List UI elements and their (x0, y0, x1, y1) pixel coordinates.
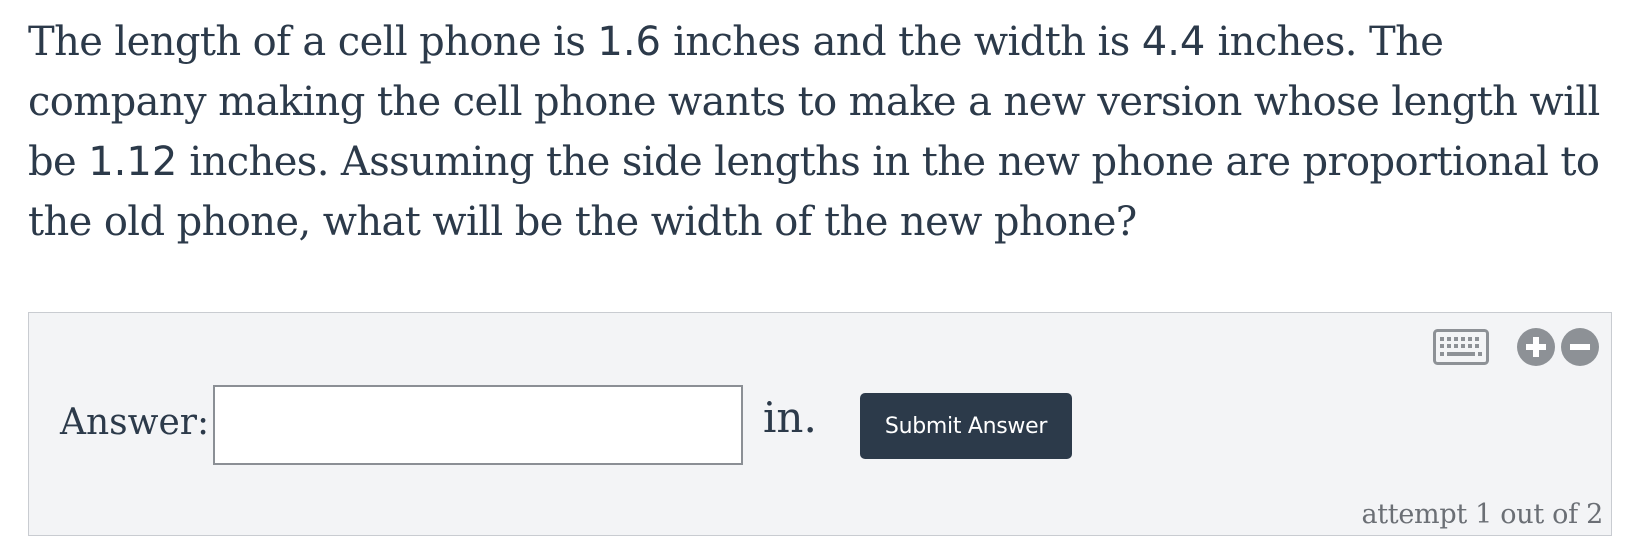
question-part-2: inches and the width is (661, 19, 1142, 65)
unit-label: in. (763, 393, 817, 442)
question-part-4: inches. Assuming the side lengths in the… (28, 139, 1600, 245)
old-length-value: 1.6 (597, 19, 662, 65)
answer-input[interactable] (213, 385, 743, 465)
answer-label: Answer: (60, 402, 210, 443)
zoom-out-icon[interactable] (1560, 327, 1600, 367)
question-part-1: The length of a cell phone is (28, 19, 598, 65)
old-width-value: 4.4 (1141, 19, 1206, 65)
attempt-counter: attempt 1 out of 2 (1361, 499, 1603, 530)
question-text: The length of a cell phone is 1.6 inches… (28, 12, 1628, 252)
zoom-in-icon[interactable] (1516, 327, 1556, 367)
answer-panel: Answer: in. Submit Answer attempt 1 out … (28, 312, 1612, 536)
submit-answer-button[interactable]: Submit Answer (860, 393, 1072, 459)
new-length-value: 1.12 (88, 139, 178, 185)
keyboard-icon[interactable] (1433, 329, 1489, 365)
